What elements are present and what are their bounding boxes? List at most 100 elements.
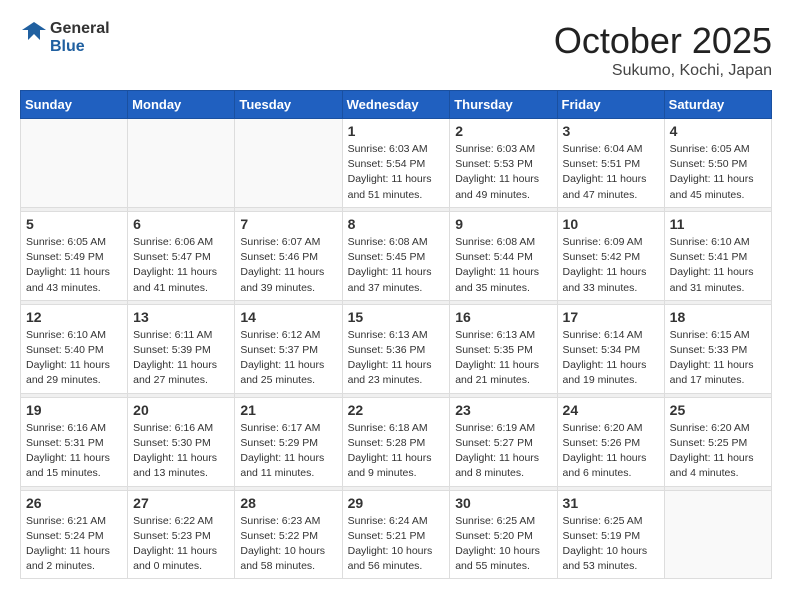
day-info: Sunrise: 6:04 AM Sunset: 5:51 PM Dayligh… <box>563 142 659 203</box>
day-number: 13 <box>133 309 229 325</box>
calendar-cell: 1Sunrise: 6:03 AM Sunset: 5:54 PM Daylig… <box>342 119 450 208</box>
logo-general-text: General <box>50 20 110 38</box>
day-number: 11 <box>670 216 766 232</box>
calendar-cell: 3 Sunrise: 6:04 AM Sunset: 5:51 PM Daylig… <box>557 119 664 208</box>
day-info: Sunrise: 6:16 AM Sunset: 5:31 PM Dayligh… <box>26 421 122 482</box>
calendar-cell: 19Sunrise: 6:16 AM Sunset: 5:31 PM Dayli… <box>21 397 128 486</box>
logo: General Blue <box>20 20 110 55</box>
weekday-header-friday: Friday <box>557 91 664 119</box>
day-number: 1 <box>348 123 445 139</box>
location-title: Sukumo, Kochi, Japan <box>554 62 772 80</box>
day-number: 2 <box>455 123 551 139</box>
day-number: 30 <box>455 495 551 511</box>
day-number: 17 <box>563 309 659 325</box>
day-info: Sunrise: 6:13 AM Sunset: 5:35 PM Dayligh… <box>455 328 551 389</box>
day-info: Sunrise: 6:21 AM Sunset: 5:24 PM Dayligh… <box>26 514 122 575</box>
day-number: 29 <box>348 495 445 511</box>
calendar-cell: 13 Sunrise: 6:11 AM Sunset: 5:39 PM Dayli… <box>128 304 235 393</box>
day-info: Sunrise: 6:17 AM Sunset: 5:29 PM Dayligh… <box>240 421 336 482</box>
calendar-cell: 14 Sunrise: 6:12 AM Sunset: 5:37 PM Dayli… <box>235 304 342 393</box>
calendar-cell: 21 Sunrise: 6:17 AM Sunset: 5:29 PM Dayli… <box>235 397 342 486</box>
calendar-cell <box>235 119 342 208</box>
day-number: 10 <box>563 216 659 232</box>
week-row-4: 19Sunrise: 6:16 AM Sunset: 5:31 PM Dayli… <box>21 397 772 486</box>
day-info: Sunrise: 6:15 AM Sunset: 5:33 PM Dayligh… <box>670 328 766 389</box>
logo-bird-icon <box>20 20 48 55</box>
day-info: Sunrise: 6:10 AM Sunset: 5:40 PM Dayligh… <box>26 328 122 389</box>
weekday-header-row: SundayMondayTuesdayWednesdayThursdayFrid… <box>21 91 772 119</box>
calendar-cell: 7Sunrise: 6:07 AM Sunset: 5:46 PM Daylig… <box>235 211 342 300</box>
day-info: Sunrise: 6:08 AM Sunset: 5:45 PM Dayligh… <box>348 235 445 296</box>
weekday-header-saturday: Saturday <box>664 91 771 119</box>
week-row-5: 26 Sunrise: 6:21 AM Sunset: 5:24 PM Dayli… <box>21 490 772 579</box>
day-number: 23 <box>455 402 551 418</box>
day-info: Sunrise: 6:24 AM Sunset: 5:21 PM Dayligh… <box>348 514 445 575</box>
calendar-cell: 25 Sunrise: 6:20 AM Sunset: 5:25 PM Dayli… <box>664 397 771 486</box>
day-number: 5 <box>26 216 122 232</box>
day-number: 26 <box>26 495 122 511</box>
day-info: Sunrise: 6:06 AM Sunset: 5:47 PM Dayligh… <box>133 235 229 296</box>
day-info: Sunrise: 6:10 AM Sunset: 5:41 PM Dayligh… <box>670 235 766 296</box>
calendar-cell: 12Sunrise: 6:10 AM Sunset: 5:40 PM Dayli… <box>21 304 128 393</box>
calendar-cell: 29 Sunrise: 6:24 AM Sunset: 5:21 PM Dayli… <box>342 490 450 579</box>
calendar-cell: 6 Sunrise: 6:06 AM Sunset: 5:47 PM Daylig… <box>128 211 235 300</box>
day-info: Sunrise: 6:23 AM Sunset: 5:22 PM Dayligh… <box>240 514 336 575</box>
calendar-cell: 4 Sunrise: 6:05 AM Sunset: 5:50 PM Daylig… <box>664 119 771 208</box>
day-number: 21 <box>240 402 336 418</box>
day-info: Sunrise: 6:09 AM Sunset: 5:42 PM Dayligh… <box>563 235 659 296</box>
calendar-cell <box>21 119 128 208</box>
day-info: Sunrise: 6:08 AM Sunset: 5:44 PM Dayligh… <box>455 235 551 296</box>
day-number: 28 <box>240 495 336 511</box>
calendar-cell: 8Sunrise: 6:08 AM Sunset: 5:45 PM Daylig… <box>342 211 450 300</box>
calendar-cell: 24 Sunrise: 6:20 AM Sunset: 5:26 PM Dayli… <box>557 397 664 486</box>
calendar-cell: 11 Sunrise: 6:10 AM Sunset: 5:41 PM Dayli… <box>664 211 771 300</box>
day-number: 7 <box>240 216 336 232</box>
week-row-3: 12Sunrise: 6:10 AM Sunset: 5:40 PM Dayli… <box>21 304 772 393</box>
weekday-header-thursday: Thursday <box>450 91 557 119</box>
day-info: Sunrise: 6:22 AM Sunset: 5:23 PM Dayligh… <box>133 514 229 575</box>
day-info: Sunrise: 6:20 AM Sunset: 5:26 PM Dayligh… <box>563 421 659 482</box>
week-row-2: 5 Sunrise: 6:05 AM Sunset: 5:49 PM Daylig… <box>21 211 772 300</box>
calendar-cell <box>128 119 235 208</box>
calendar-cell: 30 Sunrise: 6:25 AM Sunset: 5:20 PM Dayli… <box>450 490 557 579</box>
calendar-cell: 22Sunrise: 6:18 AM Sunset: 5:28 PM Dayli… <box>342 397 450 486</box>
day-info: Sunrise: 6:25 AM Sunset: 5:20 PM Dayligh… <box>455 514 551 575</box>
day-number: 6 <box>133 216 229 232</box>
day-info: Sunrise: 6:14 AM Sunset: 5:34 PM Dayligh… <box>563 328 659 389</box>
week-row-1: 1Sunrise: 6:03 AM Sunset: 5:54 PM Daylig… <box>21 119 772 208</box>
calendar-cell: 20 Sunrise: 6:16 AM Sunset: 5:30 PM Dayli… <box>128 397 235 486</box>
day-info: Sunrise: 6:18 AM Sunset: 5:28 PM Dayligh… <box>348 421 445 482</box>
calendar-cell: 10 Sunrise: 6:09 AM Sunset: 5:42 PM Dayli… <box>557 211 664 300</box>
day-number: 18 <box>670 309 766 325</box>
day-info: Sunrise: 6:05 AM Sunset: 5:49 PM Dayligh… <box>26 235 122 296</box>
calendar-cell: 18 Sunrise: 6:15 AM Sunset: 5:33 PM Dayli… <box>664 304 771 393</box>
day-number: 14 <box>240 309 336 325</box>
calendar-cell: 23 Sunrise: 6:19 AM Sunset: 5:27 PM Dayli… <box>450 397 557 486</box>
day-number: 25 <box>670 402 766 418</box>
day-info: Sunrise: 6:05 AM Sunset: 5:50 PM Dayligh… <box>670 142 766 203</box>
month-title: October 2025 <box>554 20 772 62</box>
day-number: 20 <box>133 402 229 418</box>
calendar-cell: 17 Sunrise: 6:14 AM Sunset: 5:34 PM Dayli… <box>557 304 664 393</box>
weekday-header-wednesday: Wednesday <box>342 91 450 119</box>
day-info: Sunrise: 6:12 AM Sunset: 5:37 PM Dayligh… <box>240 328 336 389</box>
day-info: Sunrise: 6:03 AM Sunset: 5:53 PM Dayligh… <box>455 142 551 203</box>
day-info: Sunrise: 6:11 AM Sunset: 5:39 PM Dayligh… <box>133 328 229 389</box>
day-info: Sunrise: 6:19 AM Sunset: 5:27 PM Dayligh… <box>455 421 551 482</box>
day-info: Sunrise: 6:25 AM Sunset: 5:19 PM Dayligh… <box>563 514 659 575</box>
day-number: 15 <box>348 309 445 325</box>
calendar-cell: 28 Sunrise: 6:23 AM Sunset: 5:22 PM Dayli… <box>235 490 342 579</box>
day-number: 3 <box>563 123 659 139</box>
day-number: 4 <box>670 123 766 139</box>
calendar-cell: 2 Sunrise: 6:03 AM Sunset: 5:53 PM Daylig… <box>450 119 557 208</box>
calendar-cell: 26 Sunrise: 6:21 AM Sunset: 5:24 PM Dayli… <box>21 490 128 579</box>
day-number: 24 <box>563 402 659 418</box>
calendar-cell: 31Sunrise: 6:25 AM Sunset: 5:19 PM Dayli… <box>557 490 664 579</box>
day-number: 16 <box>455 309 551 325</box>
day-info: Sunrise: 6:16 AM Sunset: 5:30 PM Dayligh… <box>133 421 229 482</box>
logo-wrapper: General Blue <box>20 20 110 55</box>
calendar-cell: 16 Sunrise: 6:13 AM Sunset: 5:35 PM Dayli… <box>450 304 557 393</box>
calendar-cell: 9Sunrise: 6:08 AM Sunset: 5:44 PM Daylig… <box>450 211 557 300</box>
calendar-cell: 27Sunrise: 6:22 AM Sunset: 5:23 PM Dayli… <box>128 490 235 579</box>
day-info: Sunrise: 6:20 AM Sunset: 5:25 PM Dayligh… <box>670 421 766 482</box>
